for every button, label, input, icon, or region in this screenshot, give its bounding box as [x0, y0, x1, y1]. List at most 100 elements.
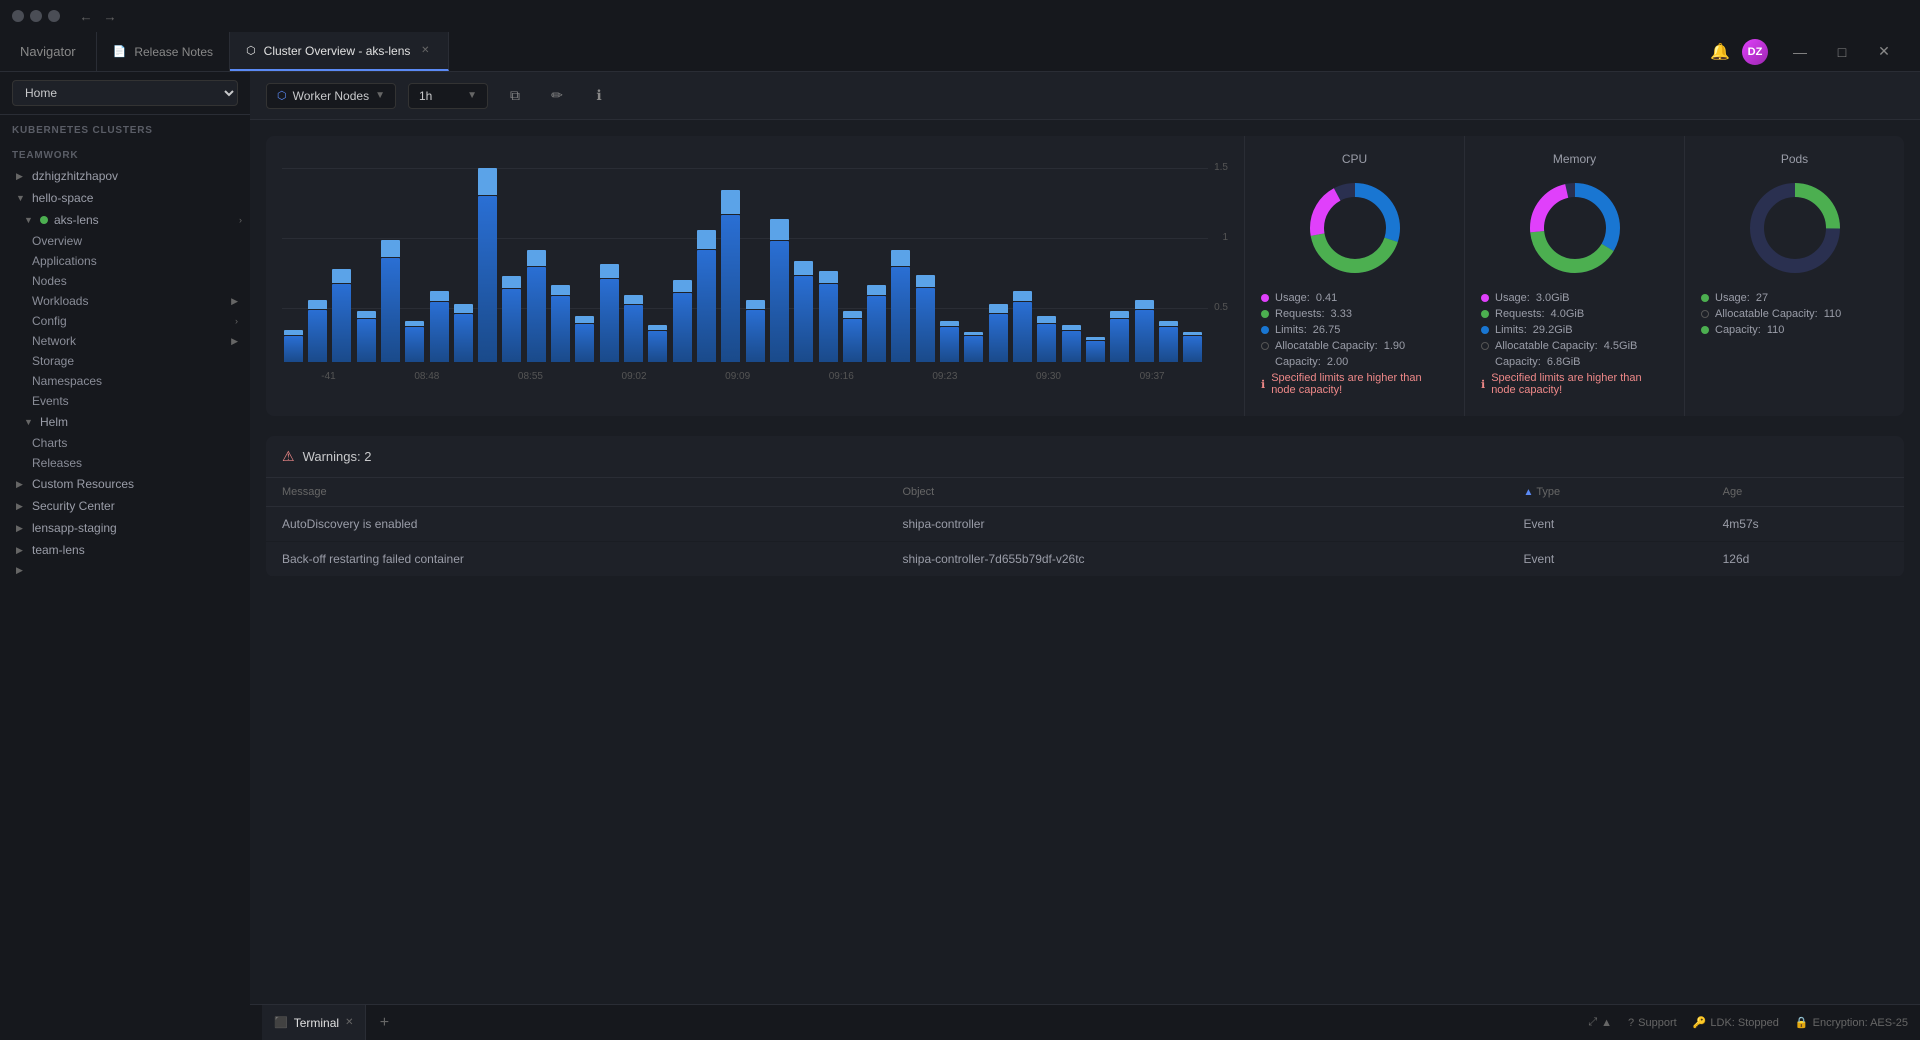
memory-requests-row: Requests: 4.0GiB [1481, 306, 1668, 322]
bar-main-28 [964, 336, 983, 362]
bar-group-10 [525, 168, 547, 362]
cpu-donut [1305, 178, 1405, 278]
tab-cluster-overview[interactable]: ⬡ Cluster Overview - aks-lens ✕ [230, 32, 449, 71]
pods-donut [1745, 178, 1845, 278]
navigator-label: Navigator [20, 44, 76, 59]
bar-main-0 [284, 336, 303, 362]
memory-usage-value: 3.0GiB [1536, 292, 1570, 304]
memory-requests-label: Requests: [1495, 308, 1545, 320]
home-selector: Home [0, 72, 250, 115]
sidebar-item-team-lens[interactable]: ▶ [0, 561, 250, 580]
sidebar-item-security-center[interactable]: ▶ lensapp-staging [0, 517, 250, 539]
sidebar-item-overview[interactable]: Overview [0, 231, 250, 251]
sidebar-item-helm[interactable]: ▼ Helm [0, 411, 250, 433]
sidebar-item-applications[interactable]: Applications [0, 251, 250, 271]
sidebar-item-network[interactable]: Network ▶ [0, 331, 250, 351]
support-link[interactable]: ? Support [1628, 1017, 1677, 1029]
sidebar-item-helm-label: Helm [40, 415, 68, 429]
add-terminal-button[interactable]: + [370, 1009, 398, 1037]
win-minimize-button[interactable]: — [1780, 44, 1820, 60]
main-layout: Home KUBERNETES CLUSTERS TEAMWORK ▶ dzhi… [0, 72, 1920, 1040]
sidebar-item-nodes[interactable]: Nodes [0, 271, 250, 291]
win-maximize-button[interactable]: □ [1822, 44, 1862, 60]
bar-highlight-21 [794, 261, 813, 275]
copy-button[interactable]: ⧉ [500, 81, 530, 111]
ldk-label: LDK: Stopped [1710, 1017, 1779, 1029]
cpu-alloc-row: Allocatable Capacity: 1.90 [1261, 338, 1448, 354]
x-label-4: 09:09 [725, 371, 750, 382]
table-row[interactable]: Back-off restarting failed container shi… [266, 542, 1904, 577]
sidebar-item-storage[interactable]: Storage [0, 351, 250, 371]
table-row[interactable]: AutoDiscovery is enabled shipa-controlle… [266, 507, 1904, 542]
navigator-tab[interactable]: Navigator [0, 32, 97, 71]
bar-main-25 [891, 267, 910, 362]
bar-highlight-15 [648, 325, 667, 330]
node-filter-icon: ⬡ [277, 89, 287, 102]
home-dropdown[interactable]: Home [12, 80, 238, 106]
col-type[interactable]: ▲ Type [1508, 478, 1707, 507]
memory-capacity-label: Capacity: [1495, 356, 1541, 368]
sidebar-item-hello-space[interactable]: ▼ hello-space [0, 187, 250, 209]
cpu-requests-row: Requests: 3.33 [1261, 306, 1448, 322]
node-filter-select[interactable]: ⬡ Worker Nodes ▼ [266, 83, 396, 109]
ldk-status[interactable]: 🔑 LDK: Stopped [1693, 1016, 1779, 1029]
tab-release-notes[interactable]: 📄 Release Notes [97, 32, 230, 71]
sidebar-item-access-control[interactable]: ▶ Custom Resources [0, 473, 250, 495]
sidebar-item-aks-lens[interactable]: ▼ aks-lens › [0, 209, 250, 231]
tab-close-button[interactable]: ✕ [418, 44, 432, 58]
expand-arrow: › [239, 215, 242, 225]
sidebar-item-dzhigzhitzhapov[interactable]: ▶ dzhigzhitzhapov [0, 165, 250, 187]
back-button[interactable]: ← [76, 6, 96, 26]
section-teamwork: TEAMWORK [0, 140, 250, 165]
sidebar-item-charts[interactable]: Charts [0, 433, 250, 453]
expand-terminal-button[interactable]: ⤢ ▲ [1588, 1016, 1612, 1029]
memory-capacity-value: 6.8GiB [1547, 356, 1581, 368]
bar-highlight-20 [770, 219, 789, 240]
x-label-8: 09:37 [1140, 371, 1165, 382]
bar-main-13 [600, 279, 619, 362]
sidebar-item-custom-resources[interactable]: ▶ Security Center [0, 495, 250, 517]
terminal-close[interactable]: ✕ [345, 1017, 353, 1028]
terminal-tab[interactable]: ⬛ Terminal ✕ [262, 1005, 366, 1040]
bar-highlight-23 [843, 311, 862, 318]
bar-main-29 [989, 314, 1008, 362]
avatar[interactable]: DZ [1742, 39, 1768, 65]
sidebar-item-lensapp-staging[interactable]: ▶ team-lens [0, 539, 250, 561]
cpu-requests-label: Requests: [1275, 308, 1325, 320]
bell-icon[interactable]: 🔔 [1710, 42, 1730, 62]
bar-main-6 [430, 302, 449, 362]
col-message: Message [266, 478, 886, 507]
bar-group-23 [841, 168, 863, 362]
pods-alloc-row: Allocatable Capacity: 110 [1701, 306, 1888, 322]
bar-highlight-12 [575, 316, 594, 323]
sidebar-item-namespaces[interactable]: Namespaces [0, 371, 250, 391]
maximize-button[interactable]: □ [48, 10, 60, 22]
bar-highlight-6 [430, 291, 449, 301]
memory-capacity-dot [1481, 358, 1489, 366]
x-label-3: 09:02 [622, 371, 647, 382]
cpu-capacity-value: 2.00 [1327, 356, 1348, 368]
warnings-title: Warnings: 2 [303, 449, 372, 464]
bar-group-4 [379, 168, 401, 362]
time-range-select[interactable]: 1h ▼ [408, 83, 488, 109]
bar-group-15 [647, 168, 669, 362]
close-button[interactable]: ✕ [12, 10, 24, 22]
sidebar-item-events[interactable]: Events [0, 391, 250, 411]
memory-requests-dot [1481, 310, 1489, 318]
win-close-button[interactable]: ✕ [1864, 43, 1904, 60]
helm-collapse-arrow: ▼ [24, 417, 34, 427]
bar-highlight-4 [381, 240, 400, 257]
bar-highlight-13 [600, 264, 619, 278]
pencil-button[interactable]: ✏ [542, 81, 572, 111]
minimize-button[interactable]: — [30, 10, 42, 22]
bar-main-19 [746, 310, 765, 362]
forward-button[interactable]: → [100, 6, 120, 26]
bar-highlight-29 [989, 304, 1008, 313]
bar-main-4 [381, 258, 400, 362]
info-button[interactable]: ℹ [584, 81, 614, 111]
sidebar-item-config[interactable]: Config › [0, 311, 250, 331]
bar-highlight-36 [1159, 321, 1178, 326]
encryption-status[interactable]: 🔒 Encryption: AES-25 [1795, 1016, 1908, 1029]
sidebar-item-workloads[interactable]: Workloads ▶ [0, 291, 250, 311]
sidebar-item-releases[interactable]: Releases [0, 453, 250, 473]
